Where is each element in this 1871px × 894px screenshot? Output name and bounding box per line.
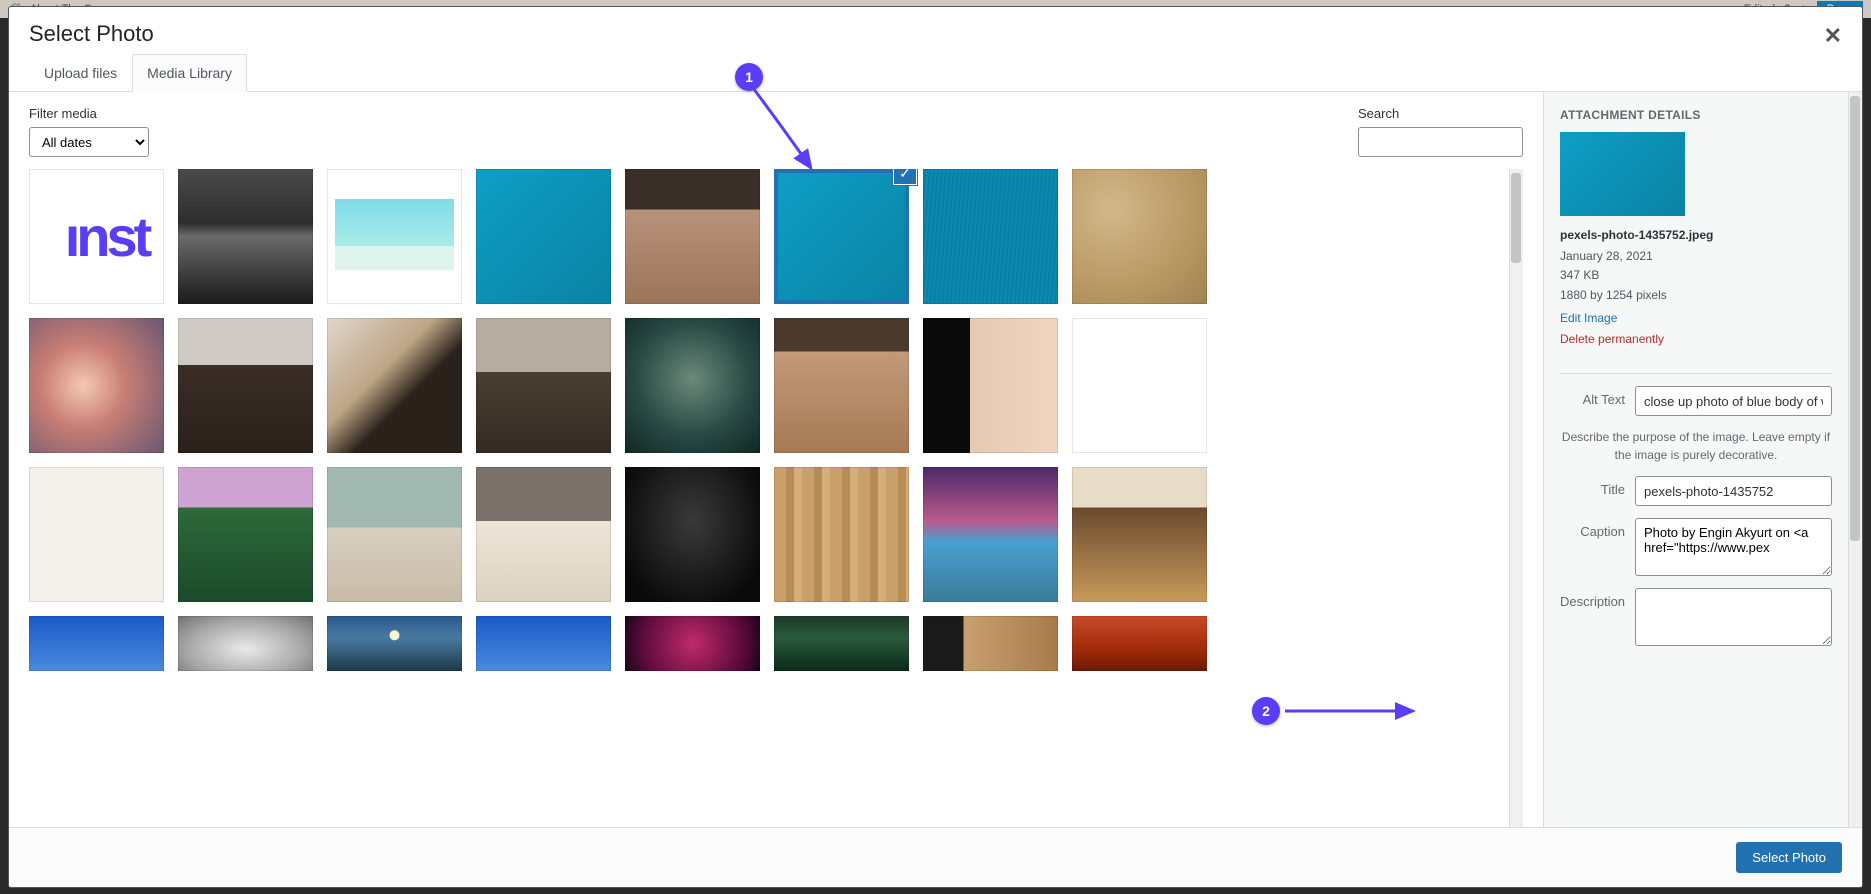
media-thumb[interactable] (625, 616, 760, 671)
media-thumb[interactable] (923, 169, 1058, 304)
modal-tabs: Upload files Media Library (9, 53, 1862, 92)
media-thumb[interactable] (476, 467, 611, 602)
attachment-details-pane: ATTACHMENT DETAILS pexels-photo-1435752.… (1543, 92, 1848, 827)
media-thumb[interactable] (774, 467, 909, 602)
tab-media-library[interactable]: Media Library (132, 54, 247, 92)
media-thumb[interactable] (1072, 616, 1207, 671)
filter-date-select[interactable]: All dates (29, 127, 149, 157)
media-thumb[interactable] (476, 318, 611, 453)
modal-footer: Select Photo (9, 827, 1862, 887)
media-thumb[interactable] (774, 318, 909, 453)
delete-permanently-link[interactable]: Delete permanently (1560, 330, 1832, 349)
media-thumb[interactable] (923, 318, 1058, 453)
search-label: Search (1358, 106, 1523, 121)
media-thumb[interactable] (327, 318, 462, 453)
caption-label: Caption (1560, 518, 1635, 539)
media-thumb[interactable] (178, 169, 313, 304)
check-icon[interactable]: ✓ (893, 169, 917, 185)
description-input[interactable] (1635, 588, 1832, 646)
filter-media-label: Filter media (29, 106, 149, 121)
select-photo-button[interactable]: Select Photo (1736, 842, 1842, 873)
right-scrollbar[interactable] (1848, 92, 1862, 827)
media-thumb[interactable] (625, 318, 760, 453)
media-thumb[interactable] (476, 169, 611, 304)
media-thumb[interactable] (29, 318, 164, 453)
attachment-details-heading: ATTACHMENT DETAILS (1560, 108, 1832, 122)
alt-text-help: Describe the purpose of the image. Leave… (1560, 428, 1832, 464)
media-gallery: ınst ✓ (29, 169, 1509, 827)
alt-text-label: Alt Text (1560, 386, 1635, 407)
media-thumb[interactable] (178, 467, 313, 602)
modal-title: Select Photo (29, 21, 1842, 47)
search-input[interactable] (1358, 127, 1523, 157)
attachment-dimensions: 1880 by 1254 pixels (1560, 286, 1832, 305)
media-thumb[interactable] (476, 616, 611, 671)
gallery-scrollbar[interactable] (1509, 169, 1523, 827)
media-thumb[interactable] (1072, 467, 1207, 602)
attachment-date: January 28, 2021 (1560, 247, 1832, 266)
attachment-filename: pexels-photo-1435752.jpeg (1560, 226, 1832, 245)
media-thumb[interactable] (774, 616, 909, 671)
media-thumb[interactable] (923, 616, 1058, 671)
media-thumb[interactable] (923, 467, 1058, 602)
media-thumb[interactable] (178, 318, 313, 453)
media-thumb[interactable] (29, 616, 164, 671)
media-thumb[interactable] (1072, 169, 1207, 304)
attachment-filesize: 347 KB (1560, 266, 1832, 285)
caption-input[interactable]: Photo by Engin Akyurt on <a href="https:… (1635, 518, 1832, 576)
media-thumb[interactable] (327, 467, 462, 602)
title-input[interactable] (1635, 476, 1832, 506)
media-thumb[interactable] (178, 616, 313, 671)
close-icon[interactable]: ✕ (1824, 23, 1842, 49)
alt-text-input[interactable] (1635, 386, 1832, 416)
media-thumb[interactable] (625, 467, 760, 602)
media-thumb[interactable] (625, 169, 760, 304)
media-thumb[interactable] (327, 169, 462, 304)
media-modal: ✕ Select Photo Upload files Media Librar… (8, 6, 1863, 888)
modal-header: Select Photo (9, 7, 1862, 53)
edit-image-link[interactable]: Edit Image (1560, 309, 1832, 328)
attachment-preview (1560, 132, 1685, 216)
media-thumb-selected[interactable]: ✓ (774, 169, 909, 304)
media-thumb[interactable] (327, 616, 462, 671)
description-label: Description (1560, 588, 1635, 609)
media-thumb[interactable] (1072, 318, 1207, 453)
tab-upload-files[interactable]: Upload files (29, 54, 132, 92)
media-thumb[interactable]: ınst (29, 169, 164, 304)
media-thumb[interactable] (29, 467, 164, 602)
title-label: Title (1560, 476, 1635, 497)
